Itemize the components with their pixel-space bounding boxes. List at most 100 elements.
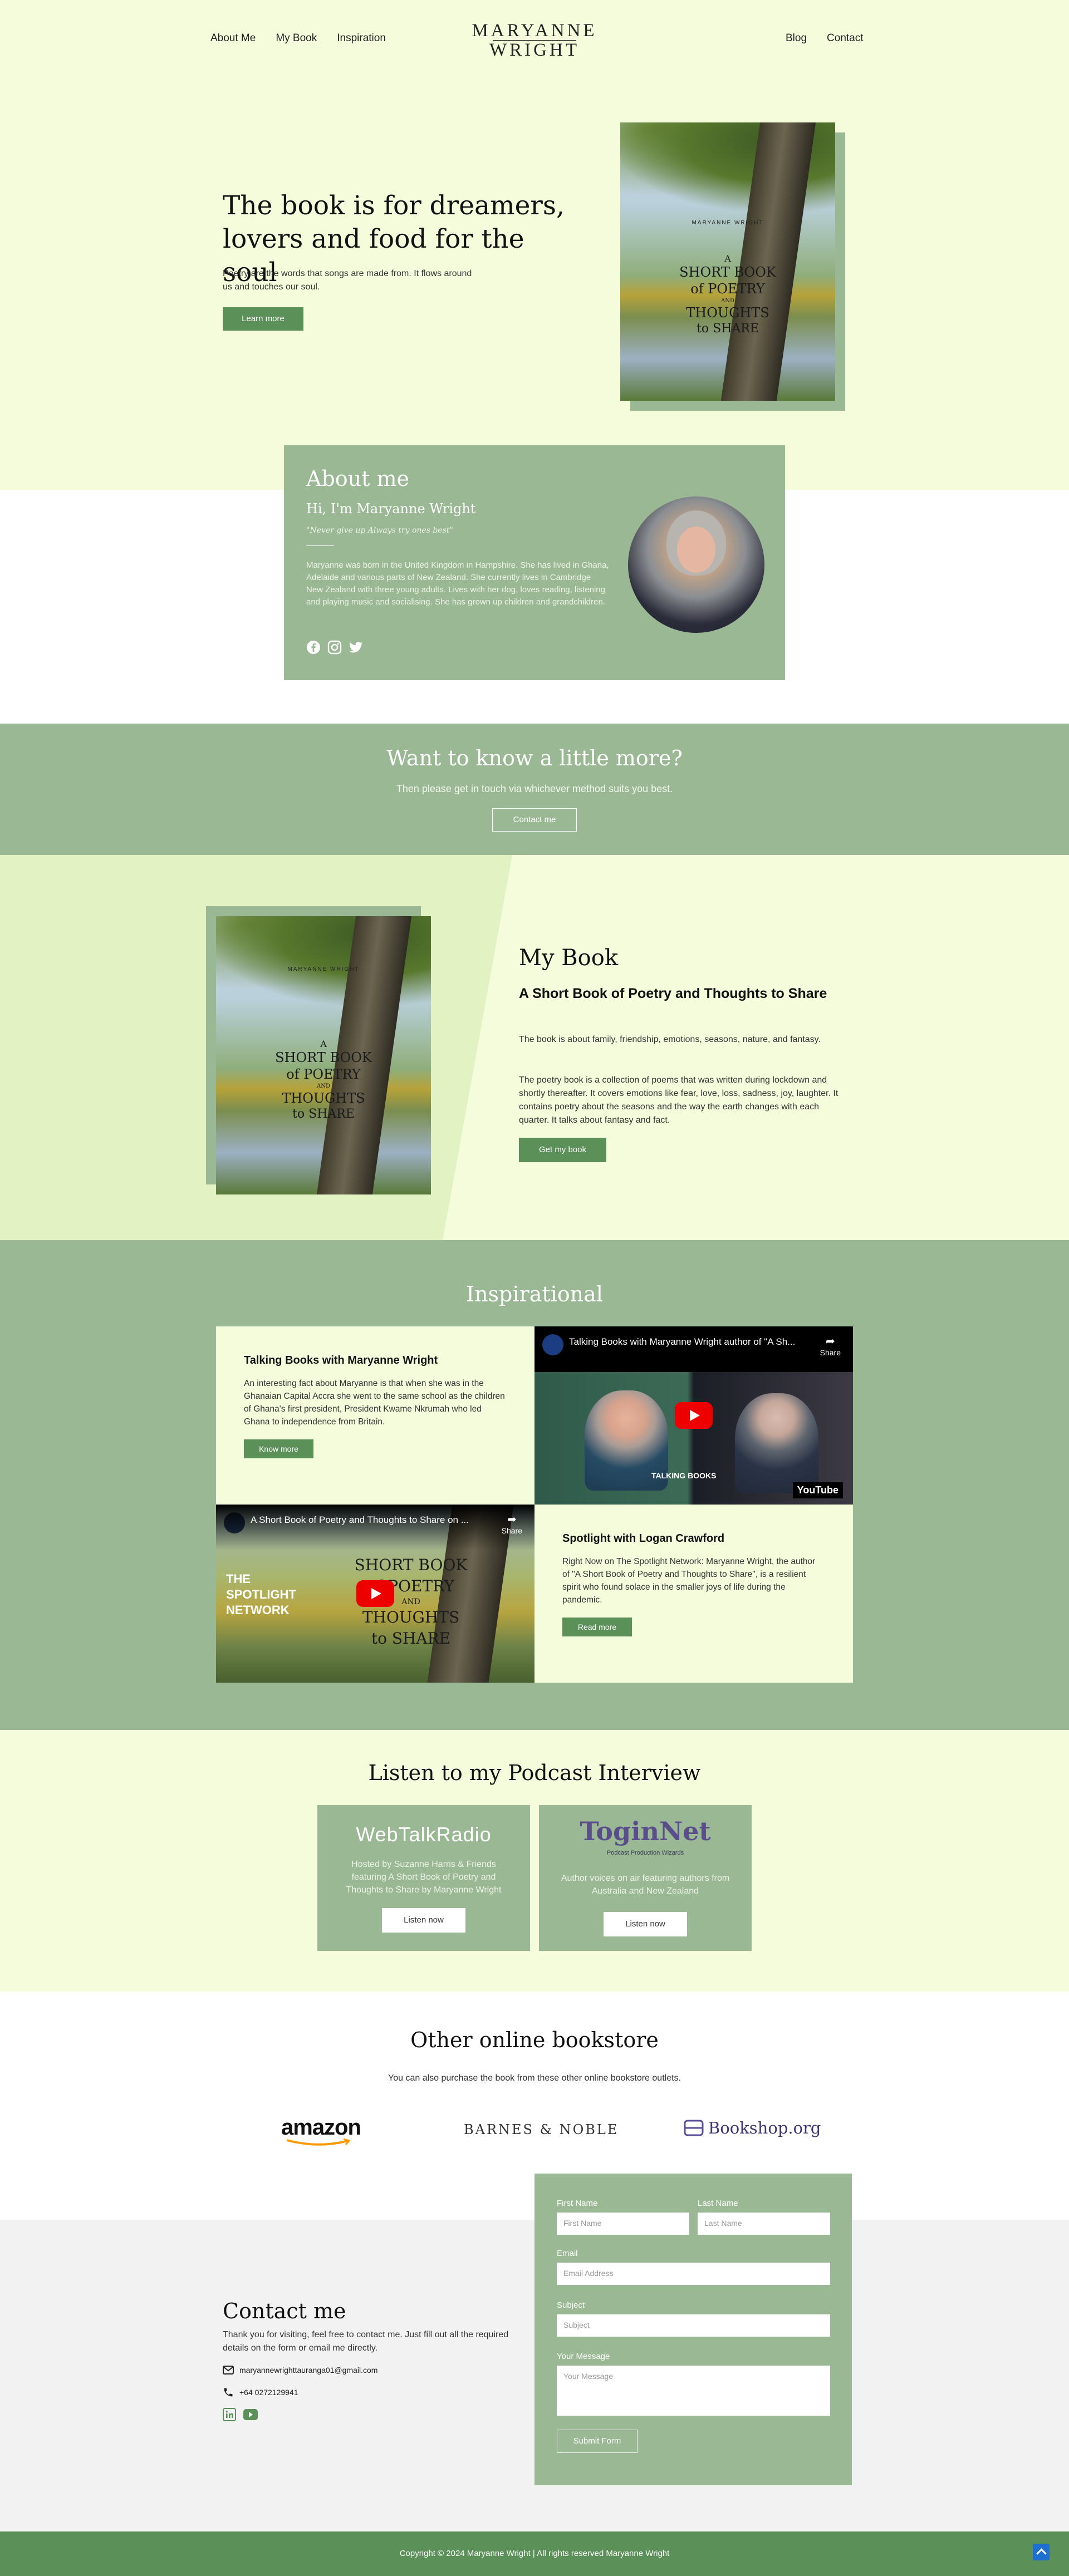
my-book-title: My Book [519, 945, 619, 971]
contact-me-button[interactable]: Contact me [492, 808, 577, 832]
envelope-icon [223, 2366, 234, 2375]
about-quote: "Never give up Always try ones best" [306, 526, 453, 535]
bookshop-logo[interactable]: Bookshop.org [684, 2118, 821, 2137]
contact-form: First Name First Name Last Name Last Nam… [534, 2174, 852, 2485]
cover-title-line: SHORT BOOK [275, 1050, 372, 1065]
my-book-section: MARYANNE WRIGHT A SHORT BOOK of POETRY A… [0, 855, 1069, 1240]
talking-books-video[interactable]: Talking Books with Maryanne Wright autho… [534, 1326, 853, 1505]
cover-title-line: of POETRY [690, 281, 765, 297]
email-input[interactable]: Email Address [557, 2263, 830, 2285]
contact-phone[interactable]: +64 0272129941 [223, 2387, 298, 2398]
card-title: Talking Books with Maryanne Wright [244, 1354, 438, 1366]
amazon-label: amazon [281, 2115, 361, 2140]
youtube-logo[interactable]: YouTube [792, 1482, 843, 1498]
spotlight-video[interactable]: A Short Book of Poetry and Thoughts to S… [216, 1505, 534, 1683]
podcast-description: Hosted by Suzanne Harris & Friends featu… [346, 1860, 502, 1895]
my-book-description: The poetry book is a collection of poems… [519, 1075, 838, 1125]
contact-band: Want to know a little more? Then please … [0, 724, 1069, 855]
facebook-icon[interactable] [306, 640, 321, 655]
podcast-section: Listen to my Podcast Interview WebTalkRa… [0, 1730, 1069, 1992]
phone-icon [224, 2388, 233, 2397]
share-label: Share [501, 1526, 522, 1535]
logo-line-2: WRIGHT [489, 40, 580, 60]
author-portrait [628, 496, 764, 633]
contact-title: Contact me [223, 2299, 346, 2323]
share-label: Share [820, 1348, 841, 1357]
get-my-book-button[interactable]: Get my book [519, 1138, 606, 1162]
my-book-summary: The book is about family, friendship, em… [519, 1035, 821, 1044]
about-subheading: Hi, I'm Maryanne Wright [306, 501, 476, 517]
webtalkradio-logo: WebTalkRadio [356, 1823, 492, 1846]
podcast-card-toginet: ToginNet Podcast Production Wizards Auth… [539, 1805, 752, 1951]
play-button[interactable] [356, 1580, 394, 1607]
video-person-right [735, 1393, 818, 1493]
play-button[interactable] [675, 1402, 713, 1429]
amazon-logo[interactable]: amazon [281, 2115, 361, 2146]
subject-input[interactable]: Subject [557, 2314, 830, 2337]
band-text: Then please get in touch via whichever m… [396, 783, 673, 794]
nav-inspiration[interactable]: Inspiration [337, 32, 386, 45]
podcast-title: Listen to my Podcast Interview [368, 1761, 701, 1785]
cover-title-line: AND [721, 298, 734, 304]
contact-social [223, 2408, 258, 2421]
cover-title-line: to SHARE [697, 321, 759, 336]
email-address: maryannewrighttauranga01@gmail.com [239, 2366, 378, 2375]
book-cover-image: MARYANNE WRIGHT A SHORT BOOK of POETRY A… [620, 122, 835, 401]
about-text: Maryanne was born in the United Kingdom … [306, 561, 609, 607]
twitter-icon[interactable] [349, 640, 363, 655]
message-textarea[interactable]: Your Message [557, 2366, 830, 2416]
cover-author: MARYANNE WRIGHT [692, 220, 764, 226]
cover-title-line: of POETRY [286, 1066, 361, 1082]
submit-form-button[interactable]: Submit Form [557, 2430, 638, 2453]
site-logo[interactable]: MARYANNE WRIGHT [470, 21, 599, 60]
nav-my-book[interactable]: My Book [276, 32, 317, 45]
nav-left: About Me My Book Inspiration [210, 32, 386, 45]
nav-about-me[interactable]: About Me [210, 32, 256, 45]
cover-title-line: A [320, 1039, 327, 1049]
cover-title-line: THOUGHTS [686, 304, 769, 321]
band-title: Want to know a little more? [386, 746, 683, 770]
contact-text: Thank you for visiting, feel free to con… [223, 2330, 509, 2353]
know-more-button[interactable]: Know more [244, 1439, 313, 1458]
cover-title-line: THOUGHTS [282, 1090, 365, 1106]
cover-title-line: SHORT BOOK [679, 264, 776, 280]
nav-contact[interactable]: Contact [827, 32, 863, 45]
read-more-button[interactable]: Read more [562, 1618, 632, 1636]
cover-author: MARYANNE WRIGHT [287, 966, 360, 972]
youtube-icon[interactable] [243, 2408, 258, 2421]
footer: Copyright © 2024 Maryanne Wright | All r… [0, 2531, 1069, 2576]
message-label: Your Message [557, 2352, 610, 2361]
cover-title-line: to SHARE [292, 1107, 355, 1121]
about-heading: About me [306, 466, 409, 491]
contact-email[interactable]: maryannewrighttauranga01@gmail.com [223, 2366, 377, 2375]
toginet-tagline: Podcast Production Wizards [606, 1850, 684, 1856]
cover-title-line: A [724, 253, 731, 264]
learn-more-button[interactable]: Learn more [223, 307, 303, 331]
linkedin-icon[interactable] [223, 2408, 236, 2421]
card-title: Spotlight with Logan Crawford [562, 1532, 725, 1545]
book-cover-image: MARYANNE WRIGHT A SHORT BOOK of POETRY A… [216, 916, 431, 1194]
email-label: Email [557, 2249, 578, 2258]
talking-books-card: Talking Books with Maryanne Wright An in… [216, 1326, 534, 1505]
listen-now-button[interactable]: Listen now [604, 1912, 687, 1936]
cover-title-line: AND [317, 1083, 330, 1089]
instagram-icon[interactable] [327, 640, 342, 655]
inspirational-title: Inspirational [466, 1282, 603, 1306]
barnes-noble-logo[interactable]: BARNES & NOBLE [464, 2122, 619, 2137]
podcast-card-webtalkradio: WebTalkRadio Hosted by Suzanne Harris & … [317, 1805, 530, 1951]
share-icon[interactable]: ➦ Share [502, 1512, 522, 1535]
social-links [306, 640, 363, 655]
last-name-input[interactable]: Last Name [698, 2213, 830, 2235]
card-text: An interesting fact about Maryanne is th… [244, 1379, 505, 1427]
card-text: Right Now on The Spotlight Network: Mary… [562, 1557, 816, 1605]
share-icon[interactable]: ➦ Share [820, 1334, 841, 1357]
listen-now-button[interactable]: Listen now [382, 1908, 465, 1933]
last-name-label: Last Name [698, 2199, 738, 2208]
scroll-to-top-icon[interactable] [1033, 2544, 1050, 2560]
video-title[interactable]: A Short Book of Poetry and Thoughts to S… [216, 1505, 534, 1550]
nav-blog[interactable]: Blog [786, 32, 807, 45]
video-title[interactable]: Talking Books with Maryanne Wright autho… [534, 1326, 853, 1372]
subject-label: Subject [557, 2300, 585, 2310]
first-name-input[interactable]: First Name [557, 2213, 689, 2235]
spotlight-overlay-text: THE SPOTLIGHT NETWORK [226, 1572, 296, 1617]
